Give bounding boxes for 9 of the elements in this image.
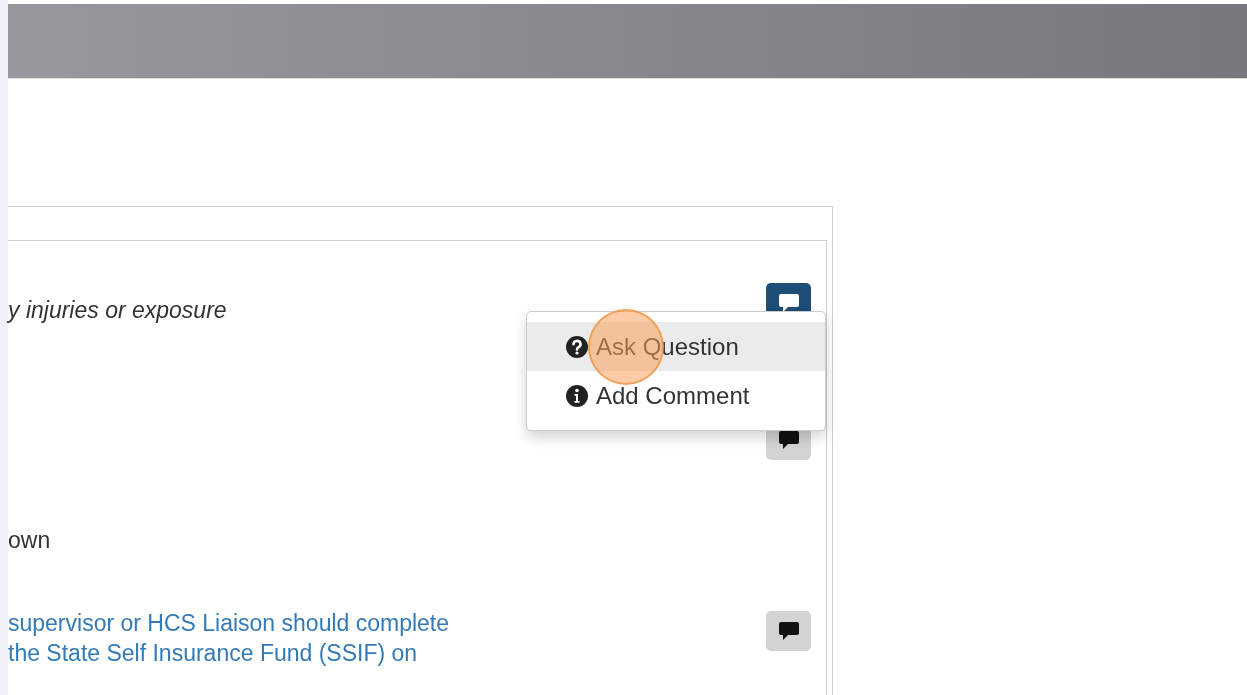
menu-item[interactable]: Add Comment xyxy=(527,371,825,420)
comment-button[interactable] xyxy=(766,611,811,651)
speech-bubble-icon xyxy=(777,621,800,641)
speech-bubble-icon xyxy=(777,430,800,450)
answer-text: own xyxy=(8,526,51,555)
info-icon xyxy=(565,383,589,408)
instruction-link[interactable]: supervisor or HCS Liaison should complete the State Self Insurance Fund (SSIF) on xyxy=(8,608,450,668)
question-icon xyxy=(565,334,589,359)
question-text: y injuries or exposure xyxy=(8,296,227,325)
